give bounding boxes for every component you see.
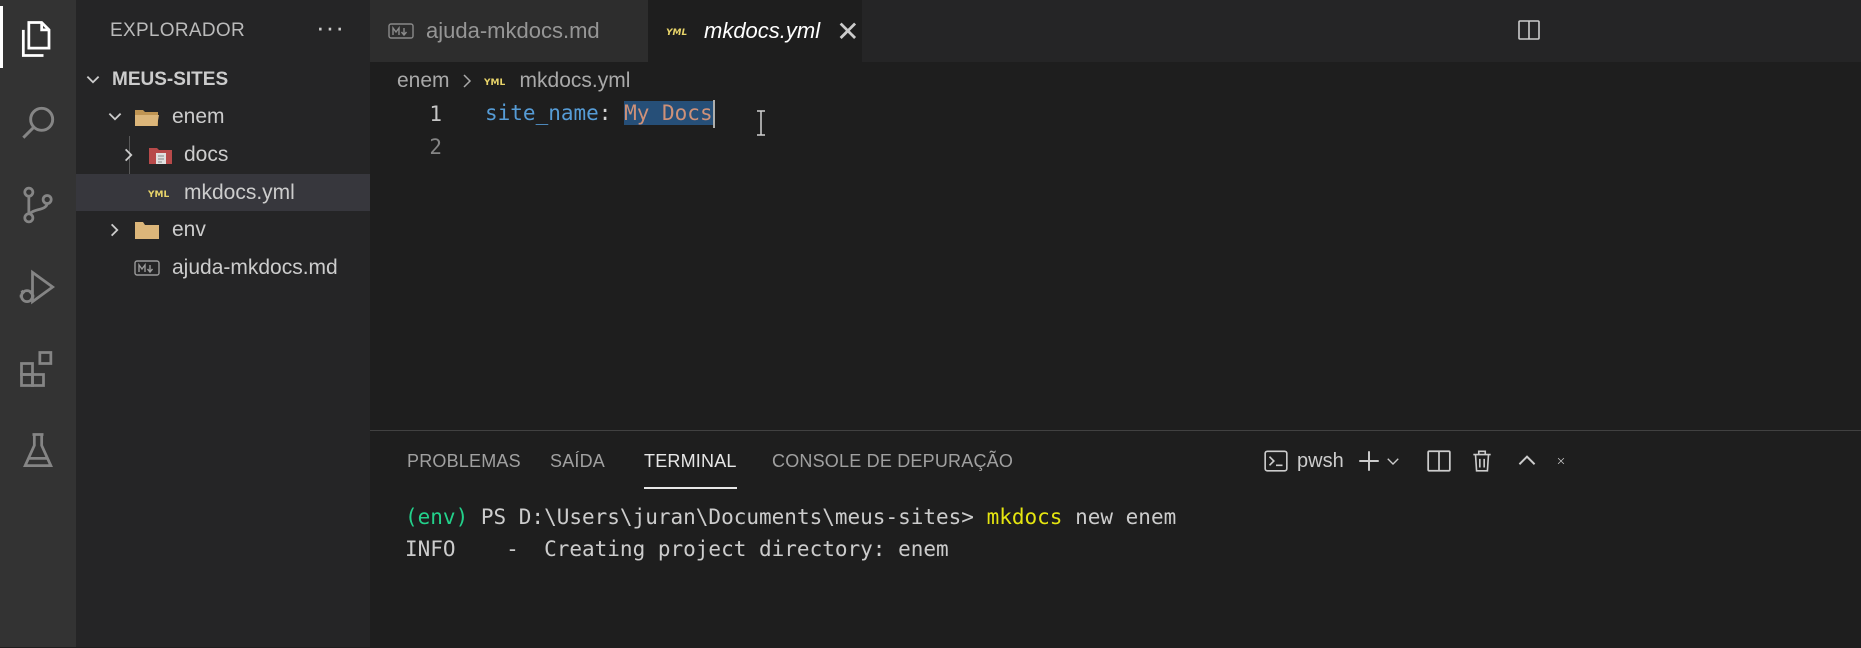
chevron-right-icon [463,74,471,88]
workspace-root[interactable]: MEUS-SITES [76,61,370,98]
yaml-colon: : [598,101,625,125]
tree-item-label: enem [172,104,225,128]
sidebar-title: EXPLORADOR [110,20,245,41]
breadcrumb-file[interactable]: mkdocs.yml [520,69,631,93]
docs-folder-icon [149,147,172,164]
tree-item-label: docs [184,142,229,166]
breadcrumb-folder[interactable]: enem [397,69,450,93]
close-icon[interactable]: ✕ [836,15,859,48]
split-terminal-button[interactable] [1426,447,1452,475]
terminal-line: INFO - Creating project directory: enem [405,537,949,561]
chevron-down-icon [108,112,122,121]
tab-label: mkdocs.yml [704,18,821,43]
line-number: 2 [429,135,442,159]
editor-tab-bar: ajuda-mkdocs.md YML mkdocs.yml ✕ [370,0,1861,62]
extensions-icon[interactable] [0,334,76,404]
close-panel-button[interactable] [1556,447,1566,475]
split-editor-icon[interactable] [1517,18,1541,42]
line-number: 1 [429,102,442,126]
breadcrumb: enem YML mkdocs.yml [397,66,630,96]
terminal-profile[interactable]: pwsh [1263,447,1344,475]
maximize-panel-button[interactable] [1514,447,1540,475]
markdown-file-icon [388,23,414,39]
explorer-sidebar: EXPLORADOR ··· MEUS-SITES enem docs YML … [76,0,370,647]
yaml-value-selected: My Docs [624,101,713,125]
close-icon [1557,457,1565,465]
code-line-1[interactable]: 1 site_name: My Docs [370,97,715,131]
chevron-down-icon [86,75,100,84]
chevron-up-icon [1518,455,1536,465]
yaml-file-icon: YML [666,28,687,38]
testing-icon[interactable] [0,416,76,486]
chevron-right-icon [110,223,119,236]
bottom-panel: PROBLEMAS SAÍDA TERMINAL CONSOLE DE DEPU… [370,430,1861,648]
workspace-root-label: MEUS-SITES [112,68,229,90]
terminal-env: (env) [405,505,469,529]
terminal-line: (env) PS D:\Users\juran\Documents\meus-s… [405,505,1176,529]
terminal-command: mkdocs [986,505,1063,529]
tab-problems[interactable]: PROBLEMAS [407,431,521,491]
tree-item-docs[interactable]: docs [76,136,370,173]
search-icon[interactable] [0,88,76,158]
shell-name: pwsh [1297,449,1344,472]
svg-text:YML: YML [148,190,169,200]
trash-icon [1473,450,1491,472]
new-terminal-button[interactable] [1356,447,1402,475]
folder-icon [135,221,159,239]
code-content[interactable]: site_name: My Docs [485,100,715,128]
tab-ajuda-mkdocs[interactable]: ajuda-mkdocs.md [370,0,648,62]
tree-item-label: ajuda-mkdocs.md [172,255,338,279]
tree-item-env[interactable]: env [76,211,370,248]
mouse-ibeam-cursor-icon [757,110,765,136]
tree-item-label: env [172,217,206,241]
tree-item-enem[interactable]: enem [76,98,370,135]
svg-text:YML: YML [484,78,505,88]
kill-terminal-button[interactable] [1469,447,1495,475]
plus-icon [1359,451,1379,471]
tab-debug-console[interactable]: CONSOLE DE DEPURAÇÃO [772,431,1013,491]
more-actions-icon[interactable]: ··· [316,12,345,43]
split-icon [1427,450,1451,472]
run-debug-icon[interactable] [0,252,76,322]
text-cursor [712,100,715,128]
terminal-icon [1264,450,1288,472]
yaml-file-icon: YML [484,78,505,88]
markdown-file-icon [134,259,160,276]
chevron-right-icon [124,148,133,161]
yaml-key: site_name [485,101,599,125]
code-line-2[interactable]: 2 [370,130,442,164]
yaml-file-icon: YML [148,190,169,200]
svg-text:YML: YML [666,28,687,38]
terminal-args: new enem [1062,505,1177,529]
folder-open-icon [135,109,159,126]
activity-bar [0,0,76,647]
tab-output[interactable]: SAÍDA [550,431,605,491]
tab-label: ajuda-mkdocs.md [426,18,600,43]
explorer-icon[interactable] [0,4,76,74]
tab-mkdocs-yml[interactable]: YML mkdocs.yml ✕ [648,0,862,62]
source-control-icon[interactable] [0,170,76,240]
tree-item-mkdocs-yml[interactable]: YML mkdocs.yml [76,174,370,211]
tab-terminal[interactable]: TERMINAL [644,431,737,491]
chevron-down-icon [1387,458,1399,465]
terminal-prompt: PS D:\Users\juran\Documents\meus-sites> [468,505,987,529]
tree-item-ajuda-mkdocs[interactable]: ajuda-mkdocs.md [76,249,370,286]
tree-item-label: mkdocs.yml [184,180,295,204]
